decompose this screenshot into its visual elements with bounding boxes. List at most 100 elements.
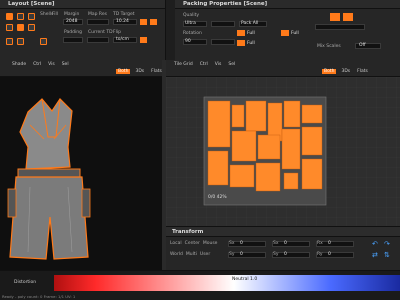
rotate-ccw-icon[interactable]: ↶ (372, 240, 378, 248)
packing-panel: Packing Properties [Scene] Quality Ultra… (175, 0, 400, 60)
rotate-cw-icon[interactable]: ↷ (384, 240, 390, 248)
uv-grid (166, 77, 400, 226)
label-map-res: Map Res (88, 12, 107, 17)
fill-button[interactable] (17, 13, 24, 20)
transform-mouse[interactable]: Mouse (203, 241, 218, 246)
full-toggle-1[interactable] (237, 30, 245, 36)
layout-orange-toggle-1[interactable] (140, 19, 147, 25)
pack-orange-button-2[interactable] (343, 13, 353, 21)
garment-3d-model (7, 98, 91, 260)
tab-3d-sel[interactable]: Sel (60, 62, 71, 67)
tab-uv-vis[interactable]: Vis (213, 62, 224, 67)
transform-sy-label: Sy (229, 252, 235, 257)
label-flip: Flip (113, 30, 121, 35)
layout-icon-3[interactable] (17, 24, 24, 31)
distortion-bar: Distortion Neutral 1.0 Ready - poly coun… (0, 270, 400, 300)
current-td-field[interactable] (87, 37, 109, 43)
layout-icon-4[interactable] (28, 24, 35, 31)
td-target-value: 10.24 (116, 19, 129, 24)
layout-panel-title: Layout [Scene] (0, 0, 174, 9)
layout-icon-6[interactable] (17, 38, 24, 45)
transform-ry-value: 0 (328, 252, 331, 257)
transform-rx-value: 0 (328, 241, 331, 246)
transform-local[interactable]: Local (170, 241, 182, 246)
transform-multi[interactable]: Multi (186, 252, 197, 257)
tab-3d-vis[interactable]: Vis (46, 62, 57, 67)
transform-rx-label: Rx (317, 241, 323, 246)
tab-uv-flats[interactable]: Flats (355, 69, 370, 74)
full-toggle-3[interactable] (237, 40, 245, 46)
label-mix-scales: Mix Scales (317, 44, 341, 49)
transform-sx-label: Sx (229, 241, 235, 246)
layout-panel-title-text: Layout [Scene] (8, 1, 55, 7)
transform-sx2-value: 0 (284, 241, 287, 246)
layout-icon-2[interactable] (6, 24, 13, 31)
viewport-uv[interactable]: 0/0 42% (166, 77, 400, 226)
transform-ry-label: Ry (317, 252, 323, 257)
tab-uv-tile-grid[interactable]: Tile Grid (172, 62, 195, 67)
flip-h-icon[interactable]: ⇄ (372, 251, 378, 259)
viewport-3d-toolbar: Shade Ctrl Vis Sel Both 3Ds Flats (0, 60, 162, 77)
transform-title: Transform (172, 229, 204, 235)
viewport-3d[interactable] (0, 77, 162, 270)
distortion-gradient (54, 275, 400, 291)
label-quality: Quality (183, 13, 200, 18)
uv-info-text: 0/0 42% (208, 195, 227, 200)
layout-icon-5[interactable] (6, 38, 13, 45)
padding-field[interactable] (63, 37, 83, 43)
label-fill: Fill (52, 12, 59, 17)
transform-panel: Transform Local Center Mouse World Multi… (166, 226, 400, 270)
layout-icon-7[interactable] (40, 38, 47, 45)
transform-sy2-label: Sy (273, 252, 279, 257)
flip-value: to/cm (116, 37, 129, 42)
pack-field-4[interactable] (211, 39, 235, 45)
tab-uv-ctrl[interactable]: Ctrl (198, 62, 210, 67)
distortion-label: Distortion (14, 280, 37, 285)
transform-title-bar: Transform (166, 227, 400, 237)
transform-user[interactable]: User (200, 252, 210, 257)
label-rotation: Rotation (183, 31, 202, 36)
shells-button[interactable] (6, 13, 13, 20)
flip-v-icon[interactable]: ⇅ (384, 251, 390, 259)
layout-orange-toggle-2[interactable] (150, 19, 157, 25)
transform-sy2-value: 0 (284, 252, 287, 257)
tab-3d-both[interactable]: Both (116, 69, 131, 74)
packing-panel-title-text: Packing Properties [Scene] (183, 1, 268, 7)
side-tab-strip (165, 0, 175, 60)
tab-3d-shade[interactable]: Shade (10, 62, 28, 67)
full-toggle-2[interactable] (281, 30, 289, 36)
margin-value: 2048 (66, 19, 78, 24)
layout-icon-1[interactable] (28, 13, 35, 20)
distortion-neutral-label: Neutral 1.0 (232, 277, 258, 282)
status-text: Ready - poly count: 0 Frame: 1/1 UV: 1 (2, 294, 76, 299)
transform-world[interactable]: World (170, 252, 183, 257)
packing-panel-title: Packing Properties [Scene] (175, 0, 400, 9)
pack-field-2[interactable] (211, 21, 235, 27)
transform-sx-value: 0 (240, 241, 243, 246)
label-td-target: TD Target (113, 12, 135, 17)
tab-uv-3ds[interactable]: 3Ds (339, 69, 352, 74)
viewport-uv-toolbar: Tile Grid Ctrl Vis Sel Both 3Ds Flats (166, 60, 400, 77)
tab-3d-ctrl[interactable]: Ctrl (31, 62, 43, 67)
tab-3d-3ds[interactable]: 3Ds (133, 69, 146, 74)
tab-uv-both[interactable]: Both (322, 69, 337, 74)
map-res-field[interactable] (87, 19, 109, 25)
transform-center[interactable]: Center (185, 241, 200, 246)
mix-scales-value: Off (359, 43, 366, 48)
quality-value: Ultra (185, 21, 196, 26)
rotation-value: 90 (185, 39, 191, 44)
transform-sy-value: 0 (240, 252, 243, 257)
pack-orange-button[interactable] (330, 13, 340, 21)
label-current-td: Current TD (88, 30, 113, 35)
pack-all-value: Pack All (241, 21, 259, 26)
layout-orange-toggle-3[interactable] (140, 37, 147, 43)
label-padding: Padding (64, 30, 82, 35)
full-value-1: Full (247, 31, 255, 36)
label-margin: Margin (64, 12, 80, 17)
layout-panel: Layout [Scene] Shells Fill Margin Map Re… (0, 0, 175, 60)
tab-uv-sel[interactable]: Sel (226, 62, 237, 67)
pack-field-right[interactable] (315, 24, 365, 30)
transform-sx2-label: Sx (273, 241, 279, 246)
full-value-2: Full (291, 31, 299, 36)
full-value-3: Full (247, 41, 255, 46)
